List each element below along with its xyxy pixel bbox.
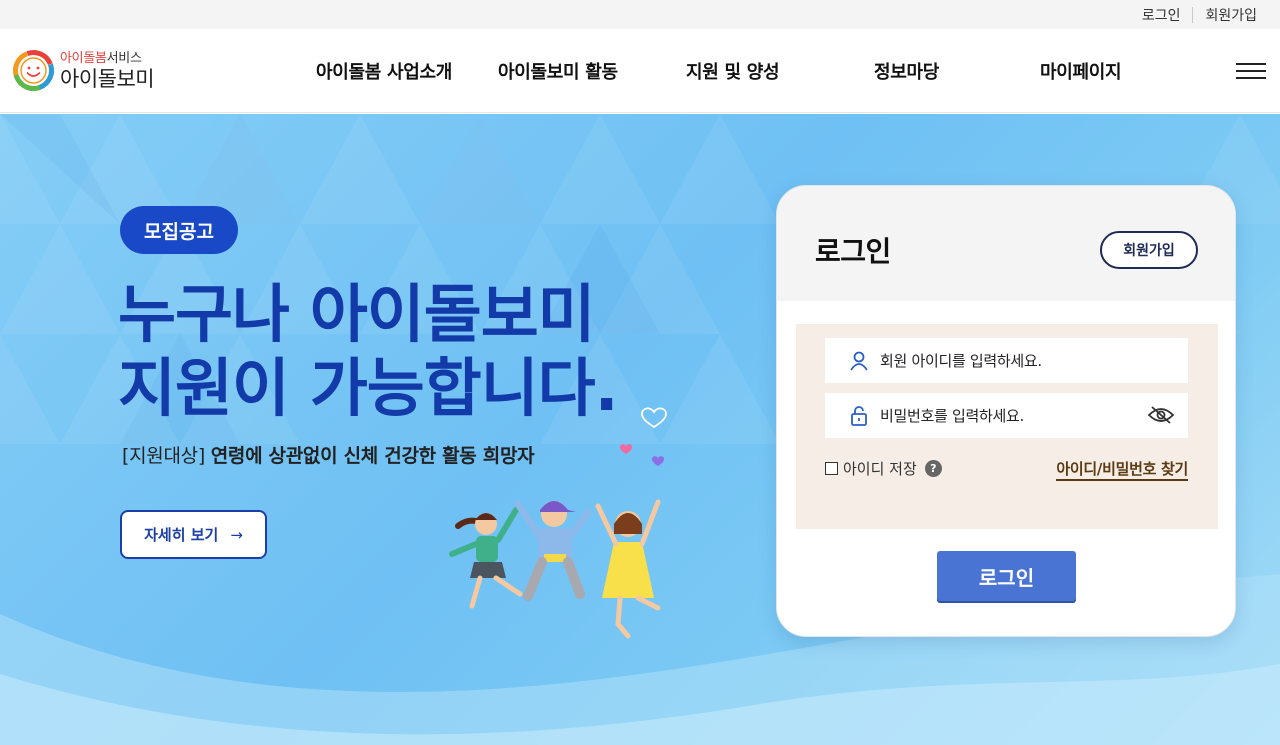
nav-item-support-training[interactable]: 지원 및 양성 xyxy=(686,58,780,84)
user-icon xyxy=(850,351,868,371)
login-form: 회원 아이디를 입력하세요. 비밀번호를 입력하세요. 아이디 저장 ? 아이디… xyxy=(796,324,1218,529)
view-details-button[interactable]: 자세히 보기 → xyxy=(120,510,267,559)
heart-icon xyxy=(620,407,667,466)
nav-item-mypage[interactable]: 마이페이지 xyxy=(1040,58,1122,84)
utility-links: 로그인 회원가입 xyxy=(1142,5,1257,25)
hero-subline-prefix: [지원대상] xyxy=(122,445,205,467)
util-login-link[interactable]: 로그인 xyxy=(1142,5,1181,25)
user-id-input[interactable]: 회원 아이디를 입력하세요. xyxy=(825,338,1188,383)
user-id-placeholder: 회원 아이디를 입력하세요. xyxy=(880,352,1042,370)
nav-item-info[interactable]: 정보마당 xyxy=(874,58,939,84)
join-button[interactable]: 회원가입 xyxy=(1100,231,1198,269)
login-panel: 로그인 회원가입 회원 아이디를 입력하세요. 비밀번호를 입력하세요. 아이디… xyxy=(776,185,1236,637)
utility-bar: 로그인 회원가입 xyxy=(0,0,1280,29)
jumping-children-illustration xyxy=(449,407,667,639)
nav-item-business-intro[interactable]: 아이돌봄 사업소개 xyxy=(316,58,452,84)
main-nav: 아이돌봄 사업소개 아이돌보미 활동 지원 및 양성 정보마당 마이페이지 xyxy=(0,29,1280,113)
arrow-right-icon: → xyxy=(230,525,243,544)
hamburger-menu-icon[interactable] xyxy=(1236,63,1266,81)
checkbox[interactable] xyxy=(825,462,838,475)
save-id-checkbox[interactable]: 아이디 저장 ? xyxy=(825,458,942,479)
eye-off-icon[interactable] xyxy=(1148,405,1174,425)
lock-icon xyxy=(851,405,867,426)
save-id-label: 아이디 저장 xyxy=(843,460,917,478)
login-submit-button[interactable]: 로그인 xyxy=(937,551,1076,601)
help-icon[interactable]: ? xyxy=(924,460,942,477)
hero-banner: 모집공고 누구나 아이돌보미 지원이 가능합니다. [지원대상] 연령에 상관없… xyxy=(0,114,1280,745)
login-title: 로그인 xyxy=(815,235,891,268)
site-header: 아이돌봄서비스 아이돌보미 아이돌봄 사업소개 아이돌보미 활동 지원 및 양성… xyxy=(0,29,1280,113)
recruitment-badge[interactable]: 모집공고 xyxy=(120,206,238,254)
password-input[interactable]: 비밀번호를 입력하세요. xyxy=(825,393,1188,438)
util-join-link[interactable]: 회원가입 xyxy=(1205,5,1257,25)
view-details-label: 자세히 보기 xyxy=(144,526,219,544)
nav-item-caregiver-activity[interactable]: 아이돌보미 활동 xyxy=(498,58,618,84)
find-id-password-link[interactable]: 아이디/비밀번호 찾기 xyxy=(1056,458,1188,481)
hero-headline-line-1: 누구나 아이돌보미 xyxy=(118,278,596,351)
divider xyxy=(1192,7,1194,23)
login-panel-header: 로그인 회원가입 xyxy=(777,186,1235,301)
password-placeholder: 비밀번호를 입력하세요. xyxy=(880,407,1024,425)
